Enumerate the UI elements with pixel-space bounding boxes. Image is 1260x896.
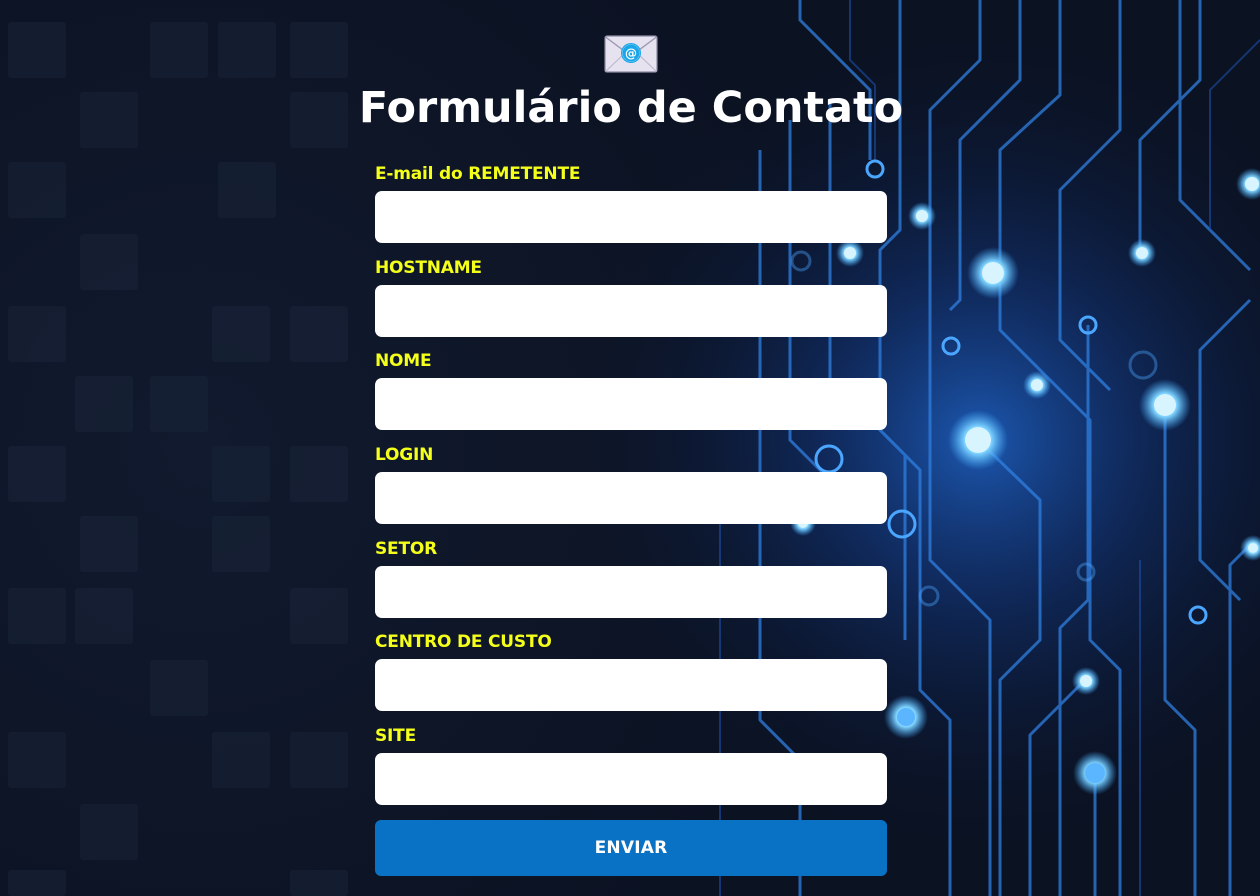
send-button[interactable]: ENVIAR [375,820,887,876]
page-title: Formulário de Contato [358,83,904,133]
name-field[interactable] [375,378,887,430]
hostname-field[interactable] [375,285,887,337]
name-label: NOME [375,351,432,371]
cost-center-field[interactable] [375,659,887,711]
site-label: SITE [375,726,416,746]
sector-label: SETOR [375,539,437,559]
hostname-label: HOSTNAME [375,258,482,278]
login-label: LOGIN [375,445,434,465]
email-field[interactable] [375,191,887,243]
login-field[interactable] [375,472,887,524]
site-field[interactable] [375,753,887,805]
cost-center-label: CENTRO DE CUSTO [375,632,552,652]
envelope-at-icon: @ [604,35,658,73]
email-label: E-mail do REMETENTE [375,164,581,184]
svg-text:@: @ [625,46,637,60]
sector-field[interactable] [375,566,887,618]
